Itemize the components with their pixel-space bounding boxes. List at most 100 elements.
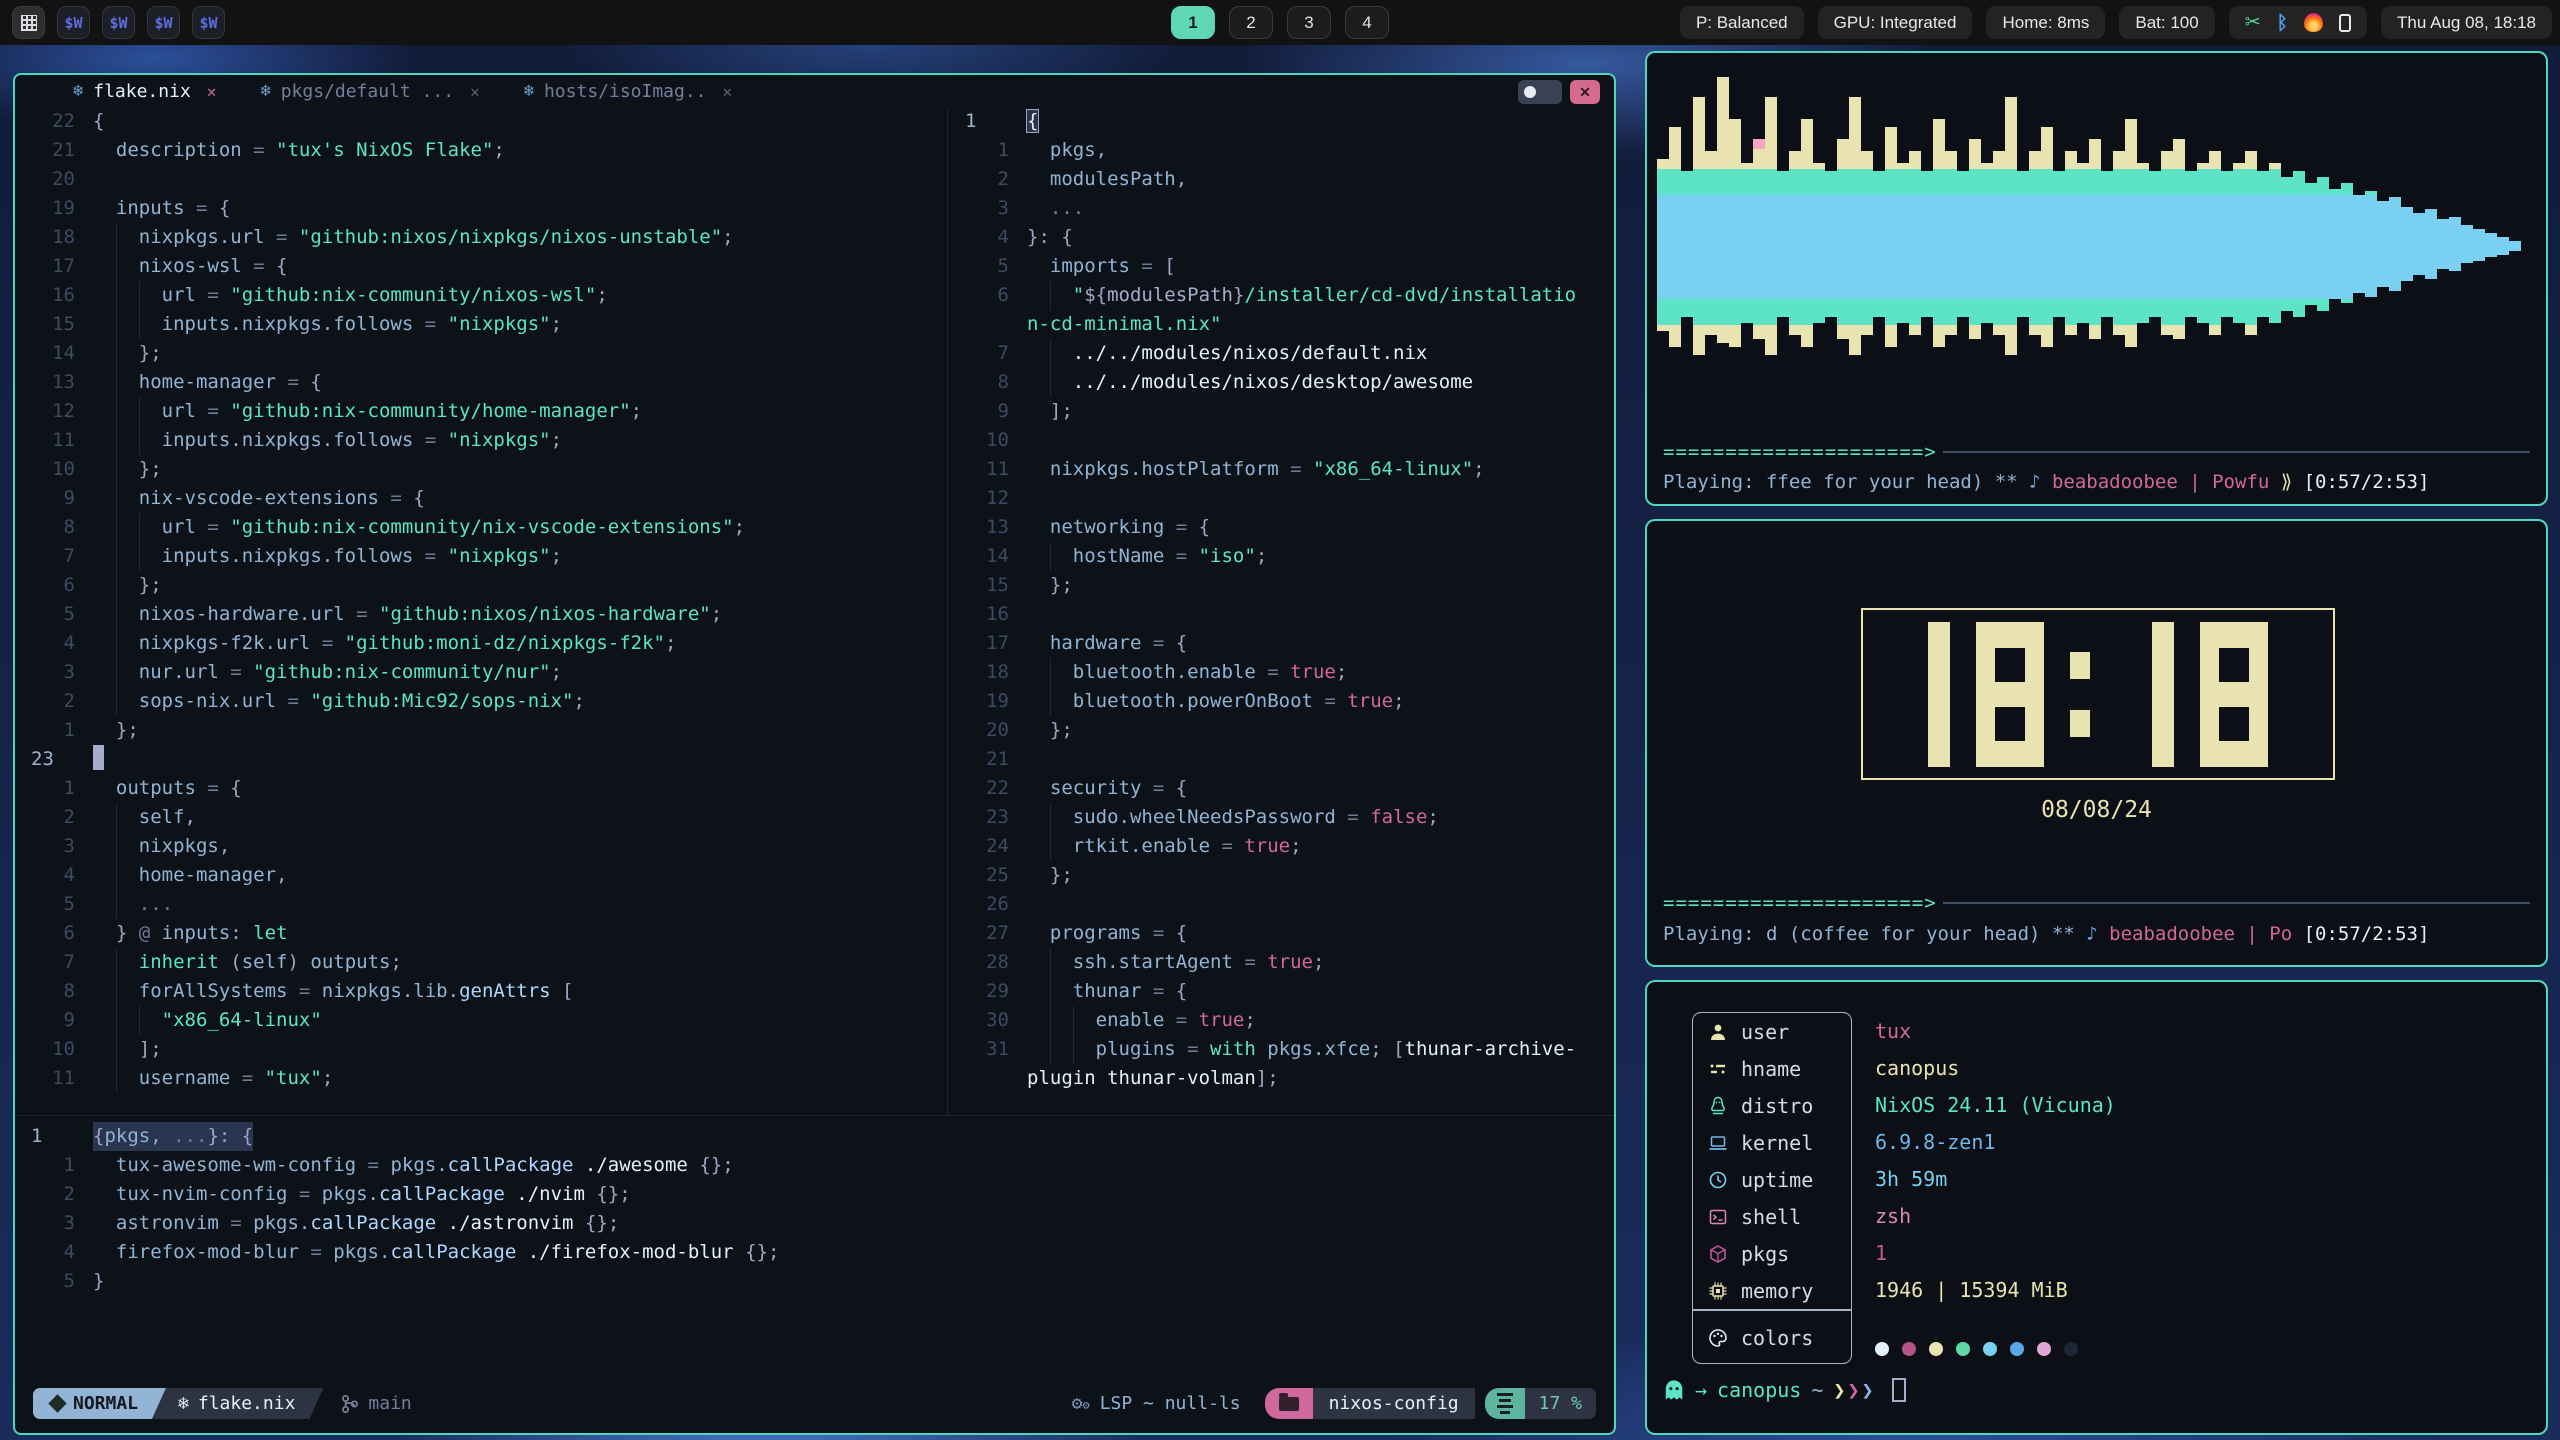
code-text: plugin thunar-volman]; (1027, 1064, 1279, 1093)
prompt-host: canopus (1717, 1378, 1801, 1402)
code-line: 5 imports = [ (949, 252, 1614, 281)
workspace-app-button[interactable]: $W (57, 6, 90, 39)
line-number: 16 (15, 281, 93, 310)
line-number: 22 (949, 774, 1027, 803)
code-line: 23 sudo.wheelNeedsPassword = false; (949, 803, 1614, 832)
window-close-button[interactable]: ✕ (1570, 80, 1600, 104)
tag-button-1[interactable]: 1 (1171, 6, 1215, 39)
prompt-path: ~ (1811, 1378, 1823, 1402)
line-number: 17 (15, 252, 93, 281)
line-number: 19 (949, 687, 1027, 716)
code-text: } (93, 1267, 104, 1296)
visualizer-bar (1933, 119, 1945, 347)
fetch-value-user: tux (1875, 1012, 2116, 1049)
line-number: 10 (15, 455, 93, 484)
top-bar: $W$W$W$W 1234 P: BalancedGPU: Integrated… (0, 0, 2560, 45)
tab-close-icon[interactable]: ✕ (470, 82, 480, 101)
visualizer-bar (2485, 233, 2497, 257)
color-dot (1956, 1342, 1970, 1356)
workspace-app-button[interactable]: $W (192, 6, 225, 39)
visualizer-bar (2149, 171, 2161, 317)
code-text: pkgs, (1027, 136, 1107, 165)
indent-guide (1050, 542, 1051, 571)
terminal-color-dots (1875, 1322, 2078, 1376)
code-text: "x86_64-linux" (93, 1006, 322, 1035)
code-line: 23 (15, 745, 947, 774)
code-line: 8 ../../modules/nixos/desktop/awesome (949, 368, 1614, 397)
visualizer-bar (2377, 201, 2389, 287)
line-number: 15 (15, 310, 93, 339)
line-number: 1 (15, 774, 93, 803)
tab-label: hosts/isoImag.. (544, 81, 707, 102)
terminal-cursor (1892, 1378, 1906, 1402)
workspace-app-button[interactable]: $W (102, 6, 135, 39)
code-line: 2 self, (15, 803, 947, 832)
user-icon (1707, 1021, 1729, 1043)
workspace-app-button[interactable]: $W (147, 6, 180, 39)
neovim-window[interactable]: ❄flake.nix✕❄pkgs/default ...✕❄hosts/isoI… (13, 73, 1616, 1435)
fetch-label: pkgs (1741, 1242, 1789, 1266)
tab-close-icon[interactable]: ✕ (207, 82, 217, 101)
visualizer-bar (1921, 171, 1933, 317)
shell-prompt[interactable]: → canopus ~ ❯❯❯ (1663, 1378, 1906, 1402)
code-text: }; (1027, 861, 1073, 890)
line-number: 5 (15, 890, 93, 919)
visualizer-bar (2017, 171, 2029, 317)
line-number: 10 (15, 1035, 93, 1064)
visualizer-bar (1849, 97, 1861, 355)
line-number: 19 (15, 194, 93, 223)
launcher-grid-button[interactable] (12, 6, 45, 39)
code-text: nur.url = "github:nix-community/nur"; (93, 658, 562, 687)
tag-button-3[interactable]: 3 (1287, 6, 1331, 39)
mode-label: NORMAL (73, 1393, 138, 1414)
file-label: flake.nix (198, 1393, 296, 1414)
code-text: astronvim = pkgs.callPackage ./astronvim… (93, 1209, 619, 1238)
indent-guide (139, 1006, 140, 1035)
dollar-w-icon: $W (64, 14, 82, 32)
visualizer-bar (2041, 127, 2053, 347)
line-number: 3 (949, 194, 1027, 223)
fetch-terminal-panel[interactable]: userhnamedistrokerneluptimeshellpkgsmemo… (1645, 980, 2548, 1435)
line-number: 4 (15, 629, 93, 658)
tab-pkgs-default-[interactable]: ❄pkgs/default ...✕ (260, 81, 479, 102)
code-text: nix-vscode-extensions = { (93, 484, 425, 513)
line-number: 5 (15, 600, 93, 629)
line-number: 7 (15, 948, 93, 977)
line-number: 6 (15, 919, 93, 948)
indent-guide (116, 890, 117, 919)
tab-flake-nix[interactable]: ❄flake.nix✕ (73, 81, 216, 102)
code-text: nixpkgs.hostPlatform = "x86_64-linux"; (1027, 455, 1485, 484)
code-text: nixos-hardware.url = "github:nixos/nixos… (93, 600, 722, 629)
visualizer-bar (1705, 151, 1717, 335)
code-line: 25 }; (949, 861, 1614, 890)
visualizer-bar (1741, 163, 1753, 323)
code-text: }; (1027, 716, 1073, 745)
tag-button-2[interactable]: 2 (1229, 6, 1273, 39)
code-line: 21 (949, 745, 1614, 774)
tab-close-icon[interactable]: ✕ (723, 82, 733, 101)
status-pill: GPU: Integrated (1818, 6, 1973, 39)
pkgs-default-pane[interactable]: 1{pkgs, ...}: {1 tux-awesome-wm-config =… (15, 1122, 1614, 1307)
flake-nix-pane[interactable]: 22{21 description = "tux's NixOS Flake";… (15, 107, 947, 1115)
fetch-label: uptime (1741, 1168, 1813, 1192)
iso-image-pane[interactable]: 1{1 pkgs,2 modulesPath,3 ...4}: {5 impor… (949, 107, 1614, 1115)
line-number: 23 (949, 803, 1027, 832)
line-number: 1 (949, 136, 1027, 165)
visualizer-bar (2257, 171, 2269, 317)
code-line: 4 firefox-mod-blur = pkgs.callPackage ./… (15, 1238, 1614, 1267)
window-toggle-button[interactable] (1518, 80, 1562, 104)
visualizer-bar (2305, 183, 2317, 305)
tab-hosts-isoImag-[interactable]: ❄hosts/isoImag..✕ (524, 81, 732, 102)
line-number: 20 (949, 716, 1027, 745)
code-text: rtkit.enable = true; (1027, 832, 1302, 861)
clock-digit-1 (1928, 622, 1950, 767)
pane-divider-horizontal (15, 1115, 1614, 1116)
system-tray[interactable]: ✂ ᛒ (2229, 6, 2367, 39)
code-text: firefox-mod-blur = pkgs.callPackage ./fi… (93, 1238, 779, 1267)
visualizer-bar (1837, 139, 1849, 339)
clock-pill: Thu Aug 08, 18:18 (2381, 6, 2552, 39)
now-playing-2: Playing: d (coffee for your head) ** ♪ b… (1663, 923, 2530, 945)
tag-button-4[interactable]: 4 (1345, 6, 1389, 39)
indent-guide (116, 1035, 117, 1064)
code-line: 11 username = "tux"; (15, 1064, 947, 1093)
